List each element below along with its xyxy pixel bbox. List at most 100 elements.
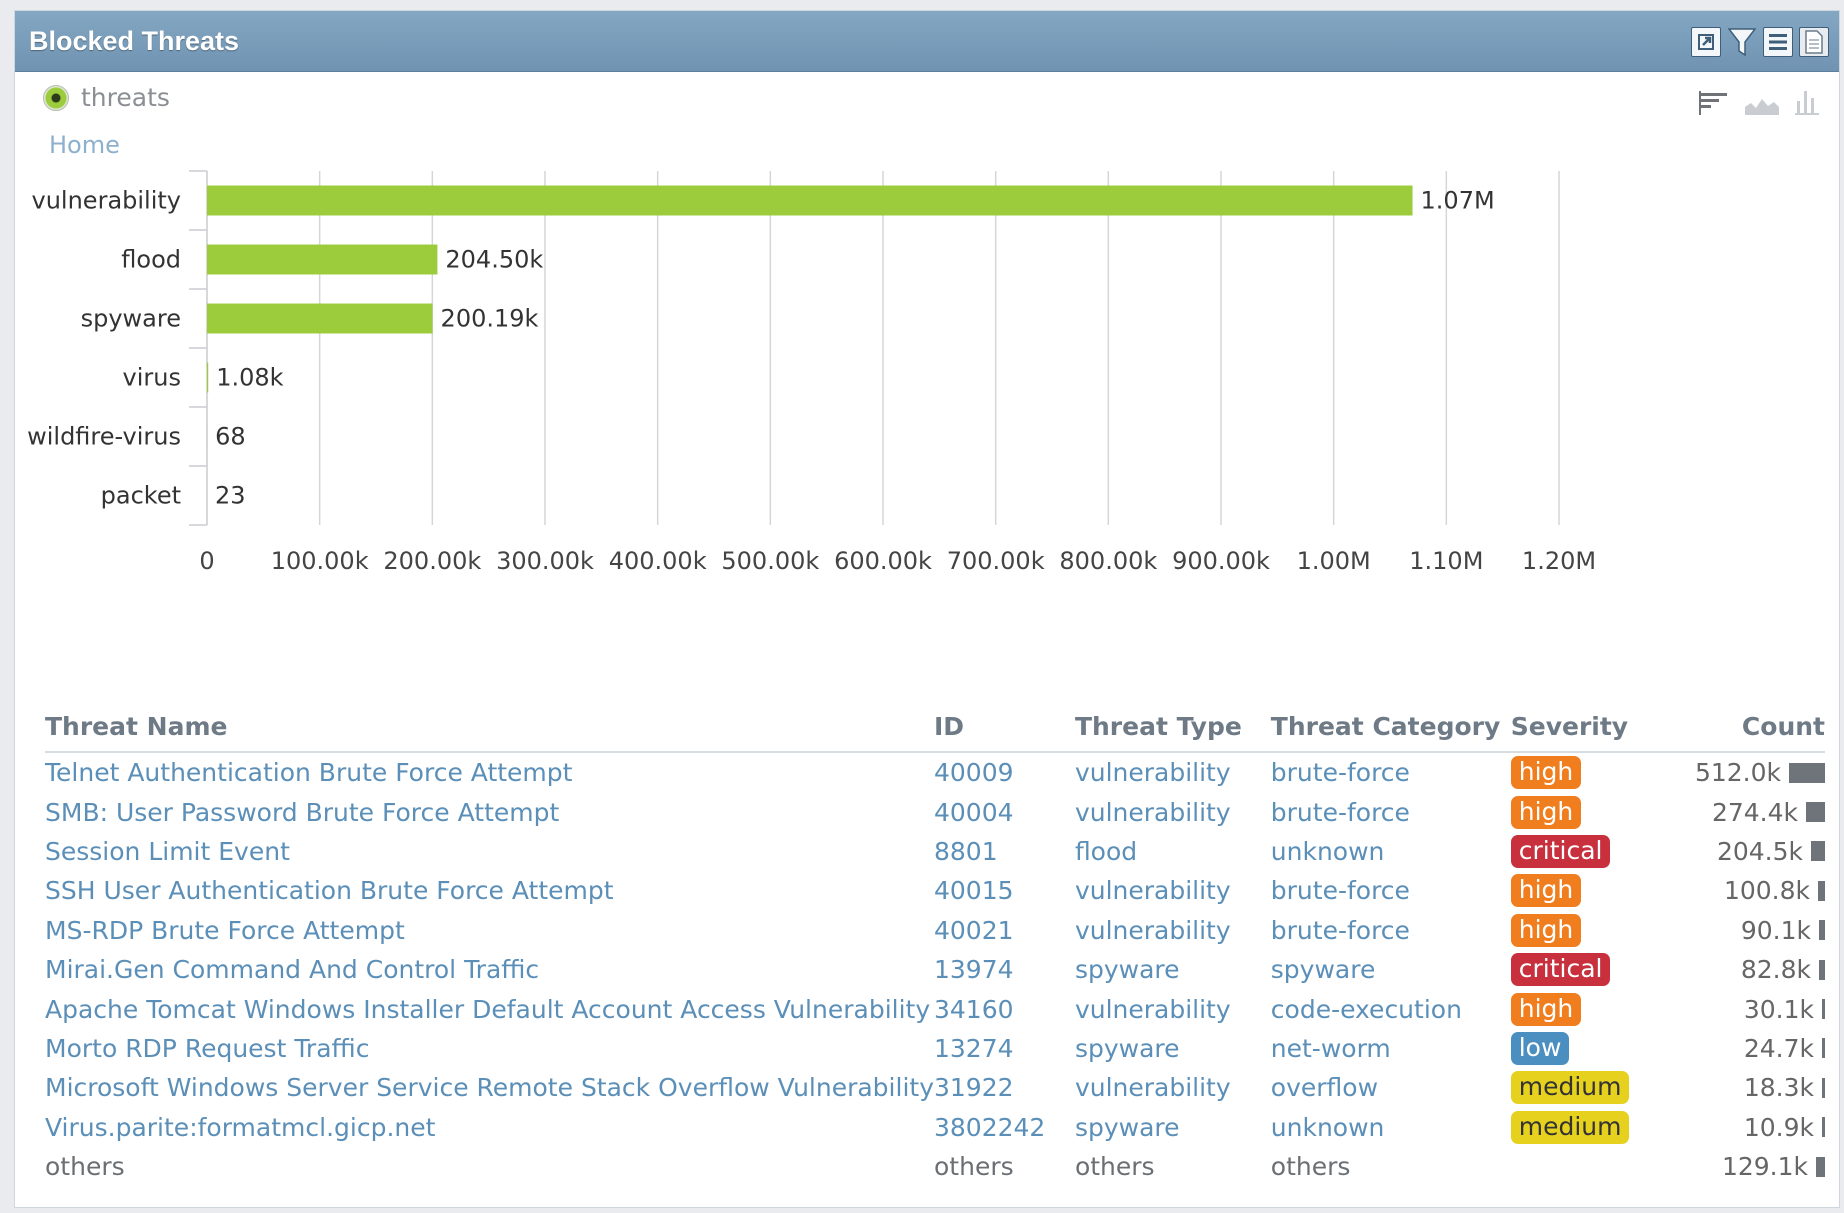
cell-threat-category[interactable]: net-worm — [1271, 1029, 1511, 1068]
cell-id[interactable]: 3802242 — [934, 1108, 1075, 1147]
x-tick-label: 300.00k — [496, 547, 594, 575]
count-value: 18.3k — [1743, 1073, 1814, 1103]
column-view-icon[interactable] — [1795, 89, 1819, 115]
cell-threat-type[interactable]: vulnerability — [1075, 989, 1271, 1028]
area-view-icon[interactable] — [1745, 93, 1779, 115]
severity-badge[interactable]: high — [1510, 913, 1582, 947]
cell-threat-name[interactable]: Mirai.Gen Command And Control Traffic — [45, 950, 934, 989]
cell-severity: critical — [1510, 832, 1658, 871]
cell-threat-category[interactable]: brute-force — [1271, 871, 1511, 910]
cell-id[interactable]: 13974 — [934, 950, 1075, 989]
severity-badge[interactable]: critical — [1510, 834, 1611, 868]
cell-threat-category[interactable]: spyware — [1271, 950, 1511, 989]
severity-badge[interactable]: medium — [1510, 1110, 1630, 1144]
count-bar — [1822, 1117, 1825, 1138]
cell-id[interactable]: 13274 — [934, 1029, 1075, 1068]
cell-id[interactable]: 40004 — [934, 792, 1075, 831]
cell-id[interactable]: 40009 — [934, 752, 1075, 792]
chart-view-toggle — [1699, 89, 1819, 115]
cell-threat-type[interactable]: vulnerability — [1075, 752, 1271, 792]
table-row: MS-RDP Brute Force Attempt 40021 vulnerabi… — [45, 911, 1825, 950]
blocked-threats-bar-chart: 0 100.00k 200.00k 300.00k 400.00k 500.00k 600.… — [27, 170, 1596, 575]
cell-threat-name[interactable]: Session Limit Event — [45, 832, 934, 871]
cell-threat-name[interactable]: SSH User Authentication Brute Force Atte… — [45, 871, 934, 910]
count-value: 129.1k — [1721, 1152, 1808, 1182]
cell-severity: high — [1510, 752, 1658, 792]
bar[interactable] — [207, 185, 1413, 216]
count-value: 24.7k — [1743, 1033, 1814, 1063]
col-threat-type[interactable]: Threat Type — [1074, 711, 1271, 753]
cell-severity: medium — [1510, 1108, 1658, 1147]
severity-badge[interactable]: high — [1510, 795, 1582, 829]
cell-threat-type[interactable]: vulnerability — [1075, 911, 1271, 950]
cell-count: 10.9k — [1658, 1108, 1825, 1147]
cell-threat-name[interactable]: Virus.parite:formatmcl.gicp.net — [45, 1108, 934, 1147]
cell-threat-name[interactable]: Telnet Authentication Brute Force Attemp… — [45, 752, 934, 792]
cell-severity: critical — [1510, 950, 1658, 989]
count-value: 10.9k — [1743, 1112, 1814, 1142]
bar[interactable] — [207, 244, 438, 275]
y-tick-label: flood — [121, 246, 181, 274]
severity-badge[interactable]: high — [1510, 992, 1582, 1026]
export-pdf-icon[interactable] — [1799, 27, 1829, 57]
cell-threat-name[interactable]: Microsoft Windows Server Service Remote … — [45, 1068, 934, 1107]
cell-threat-type[interactable]: spyware — [1075, 1029, 1271, 1068]
cell-threat-type[interactable]: spyware — [1075, 950, 1271, 989]
threats-table: Threat Name ID Threat Type Threat Catego… — [45, 711, 1825, 1186]
cell-id[interactable]: 34160 — [934, 989, 1075, 1028]
cell-threat-type[interactable]: vulnerability — [1075, 871, 1271, 910]
cell-threat-name[interactable]: Morto RDP Request Traffic — [45, 1029, 934, 1068]
col-threat-name[interactable]: Threat Name — [45, 711, 934, 753]
table-header-row: Threat Name ID Threat Type Threat Catego… — [45, 711, 1825, 753]
horizontal-bar-view-icon[interactable] — [1699, 91, 1729, 115]
severity-badge[interactable]: low — [1510, 1031, 1570, 1065]
bar[interactable] — [207, 303, 433, 334]
y-tick-label: virus — [123, 364, 181, 392]
data-label: 1.08k — [216, 364, 283, 392]
legend-radio[interactable] — [43, 84, 69, 111]
severity-badge[interactable]: critical — [1510, 953, 1611, 987]
cell-severity: high — [1510, 989, 1658, 1028]
list-icon[interactable] — [1763, 27, 1793, 57]
blocked-threats-widget: Blocked Threats threats Home 0 100.00k 200… — [14, 10, 1840, 1208]
col-threat-category[interactable]: Threat Category — [1270, 711, 1511, 753]
cell-count: 274.4k — [1658, 792, 1825, 831]
cell-threat-name[interactable]: MS-RDP Brute Force Attempt — [45, 911, 934, 950]
cell-id[interactable]: 31922 — [934, 1068, 1075, 1107]
bar[interactable] — [207, 362, 209, 393]
data-label: 23 — [215, 482, 246, 510]
data-label: 204.50k — [445, 246, 543, 274]
col-severity[interactable]: Severity — [1510, 711, 1658, 753]
cell-severity: medium — [1510, 1068, 1658, 1107]
x-tick-label: 500.00k — [721, 547, 819, 575]
cell-threat-category[interactable]: unknown — [1271, 1108, 1511, 1147]
cell-count: 24.7k — [1658, 1029, 1825, 1068]
cell-threat-type[interactable]: spyware — [1075, 1108, 1271, 1147]
filter-icon[interactable] — [1727, 27, 1757, 57]
cell-threat-name[interactable]: Apache Tomcat Windows Installer Default … — [45, 989, 934, 1028]
cell-threat-category[interactable]: code-execution — [1271, 989, 1511, 1028]
cell-id[interactable]: 40021 — [934, 911, 1075, 950]
external-link-icon[interactable] — [1691, 27, 1721, 57]
cell-threat-type[interactable]: flood — [1075, 832, 1271, 871]
col-id[interactable]: ID — [934, 711, 1075, 753]
cell-threat-type[interactable]: vulnerability — [1075, 1068, 1271, 1107]
col-count[interactable]: Count — [1657, 711, 1825, 753]
cell-id[interactable]: 40015 — [934, 871, 1075, 910]
cell-threat-category[interactable]: brute-force — [1271, 792, 1511, 831]
cell-threat-category[interactable]: unknown — [1271, 832, 1511, 871]
cell-threat-name[interactable]: SMB: User Password Brute Force Attempt — [45, 792, 934, 831]
table-row: Session Limit Event 8801 flood unknown criti… — [45, 832, 1825, 871]
count-bar — [1822, 1038, 1825, 1059]
cell-threat-type[interactable]: vulnerability — [1075, 792, 1271, 831]
cell-id[interactable]: 8801 — [934, 832, 1075, 871]
count-bar — [1811, 841, 1825, 862]
breadcrumb-home[interactable]: Home — [49, 131, 120, 159]
cell-threat-category[interactable]: brute-force — [1271, 911, 1511, 950]
x-tick-label: 1.00M — [1297, 547, 1371, 575]
cell-threat-category[interactable]: brute-force — [1271, 752, 1511, 792]
severity-badge[interactable]: high — [1510, 874, 1582, 908]
severity-badge[interactable]: medium — [1510, 1071, 1630, 1105]
severity-badge[interactable]: high — [1510, 756, 1582, 790]
cell-threat-category[interactable]: overflow — [1271, 1068, 1511, 1107]
